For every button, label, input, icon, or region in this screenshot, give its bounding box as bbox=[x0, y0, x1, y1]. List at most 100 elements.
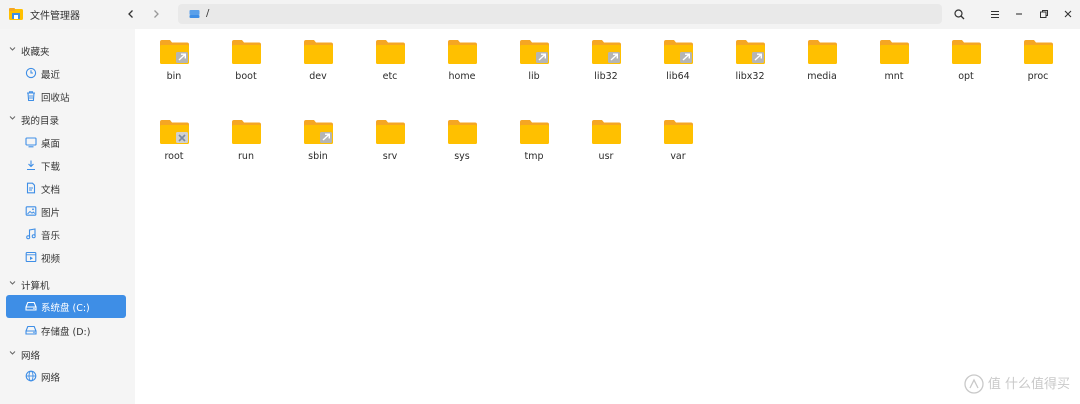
chevron-left-icon bbox=[128, 10, 133, 18]
folder-icon bbox=[880, 40, 909, 64]
drive-icon bbox=[25, 301, 37, 311]
folder-name: home bbox=[448, 71, 476, 82]
clock-icon bbox=[25, 67, 37, 79]
folder-name: boot bbox=[235, 71, 257, 82]
folder-item-bin[interactable]: bin bbox=[144, 29, 204, 89]
sidebar-item-system-drive[interactable]: 系统盘 (C:) bbox=[6, 295, 126, 318]
folder-item-root[interactable]: root bbox=[144, 109, 204, 169]
forward-button[interactable] bbox=[146, 4, 166, 24]
file-grid: bin boot dev etc home lib lib32 lib64 libx32 medi… bbox=[136, 29, 1080, 404]
folder-item-media[interactable]: media bbox=[792, 29, 852, 89]
sidebar-item-label: 存储盘 (D:) bbox=[41, 327, 91, 338]
sidebar-item-recent[interactable]: 最近 bbox=[6, 62, 126, 85]
folder-icon bbox=[520, 120, 549, 144]
folder-item-home[interactable]: home bbox=[432, 29, 492, 89]
folder-name: lib32 bbox=[594, 71, 618, 82]
back-button[interactable] bbox=[121, 4, 141, 24]
folder-item-srv[interactable]: srv bbox=[360, 109, 420, 169]
folder-name: media bbox=[807, 71, 837, 82]
music-icon bbox=[26, 228, 36, 240]
video-icon bbox=[25, 251, 37, 263]
symlink-badge-icon bbox=[176, 52, 188, 63]
download-icon bbox=[27, 160, 35, 171]
folder-icon bbox=[304, 40, 333, 64]
minimize-button[interactable] bbox=[1009, 4, 1029, 24]
folder-item-var[interactable]: var bbox=[648, 109, 708, 169]
sidebar-item-documents[interactable]: 文档 bbox=[6, 177, 126, 200]
close-button[interactable] bbox=[1058, 4, 1078, 24]
trash-icon bbox=[27, 91, 35, 102]
chevron-right-icon bbox=[154, 10, 159, 18]
folder-item-lib[interactable]: lib bbox=[504, 29, 564, 89]
restore-button[interactable] bbox=[1034, 4, 1054, 24]
drive-icon bbox=[189, 10, 200, 18]
sidebar-item-label: 网络 bbox=[41, 373, 61, 384]
sidebar-group-favorites[interactable]: 收藏夹 bbox=[0, 40, 135, 60]
sidebar-item-label: 视频 bbox=[41, 254, 61, 265]
close-icon bbox=[1064, 10, 1072, 18]
folder-item-opt[interactable]: opt bbox=[936, 29, 996, 89]
sidebar-item-label: 下载 bbox=[41, 162, 61, 173]
sidebar-group-network[interactable]: 网络 bbox=[0, 344, 135, 364]
app-title: 文件管理器 bbox=[30, 11, 80, 22]
sidebar-group-my-folders[interactable]: 我的目录 bbox=[0, 109, 135, 129]
address-bar[interactable]: / bbox=[178, 4, 942, 24]
folder-name: libx32 bbox=[735, 71, 765, 82]
watermark-text: 值 什么值得买 bbox=[987, 376, 1070, 392]
folder-item-dev[interactable]: dev bbox=[288, 29, 348, 89]
sidebar-item-label: 图片 bbox=[41, 208, 61, 219]
folder-item-lib64[interactable]: lib64 bbox=[648, 29, 708, 89]
symlink-badge-icon bbox=[608, 52, 620, 63]
menu-button[interactable] bbox=[985, 4, 1005, 24]
folder-item-usr[interactable]: usr bbox=[576, 109, 636, 169]
folder-item-proc[interactable]: proc bbox=[1008, 29, 1068, 89]
desktop-icon bbox=[25, 137, 37, 148]
folder-icon bbox=[160, 40, 189, 64]
folder-item-run[interactable]: run bbox=[216, 109, 276, 169]
image-icon bbox=[25, 206, 37, 216]
sidebar-item-pictures[interactable]: 图片 bbox=[6, 200, 126, 223]
sidebar-item-music[interactable]: 音乐 bbox=[6, 223, 126, 246]
folder-item-mnt[interactable]: mnt bbox=[864, 29, 924, 89]
folder-icon bbox=[232, 40, 261, 64]
folder-item-sys[interactable]: sys bbox=[432, 109, 492, 169]
folder-icon bbox=[664, 40, 693, 64]
folder-item-boot[interactable]: boot bbox=[216, 29, 276, 89]
folder-name: srv bbox=[382, 151, 398, 162]
title-bar: 文件管理器 / bbox=[0, 0, 1080, 29]
sidebar-item-desktop[interactable]: 桌面 bbox=[6, 131, 126, 154]
folder-name: root bbox=[164, 151, 184, 162]
search-button[interactable] bbox=[949, 4, 969, 24]
folder-item-libx32[interactable]: libx32 bbox=[720, 29, 780, 89]
folder-name: bin bbox=[166, 71, 182, 82]
sidebar-item-label: 桌面 bbox=[41, 139, 61, 150]
folder-item-sbin[interactable]: sbin bbox=[288, 109, 348, 169]
sidebar-item-storage-drive[interactable]: 存储盘 (D:) bbox=[6, 319, 126, 342]
sidebar-group-label: 网络 bbox=[21, 351, 41, 362]
folder-name: var bbox=[670, 151, 686, 162]
folder-item-etc[interactable]: etc bbox=[360, 29, 420, 89]
menu-icon bbox=[991, 10, 999, 18]
network-icon bbox=[25, 370, 37, 382]
sidebar-group-label: 我的目录 bbox=[21, 116, 60, 127]
folder-icon bbox=[952, 40, 981, 64]
folder-item-tmp[interactable]: tmp bbox=[504, 109, 564, 169]
sidebar-item-videos[interactable]: 视频 bbox=[6, 246, 126, 269]
folder-icon bbox=[160, 120, 189, 144]
watermark: 值 什么值得买 bbox=[964, 373, 1070, 395]
address-path: / bbox=[206, 8, 210, 19]
folder-icon bbox=[592, 40, 621, 64]
folder-icon bbox=[592, 120, 621, 144]
folder-name: sbin bbox=[308, 151, 328, 162]
folder-icon bbox=[448, 40, 477, 64]
sidebar-item-label: 音乐 bbox=[41, 231, 61, 242]
folder-icon bbox=[736, 40, 765, 64]
folder-name: tmp bbox=[524, 151, 544, 162]
folder-item-lib32[interactable]: lib32 bbox=[576, 29, 636, 89]
symlink-badge-icon bbox=[536, 52, 548, 63]
sidebar-item-network[interactable]: 网络 bbox=[6, 365, 126, 388]
sidebar-item-downloads[interactable]: 下载 bbox=[6, 154, 126, 177]
minimize-icon bbox=[1016, 13, 1022, 15]
sidebar-item-trash[interactable]: 回收站 bbox=[6, 85, 126, 108]
sidebar-group-computer[interactable]: 计算机 bbox=[0, 274, 135, 294]
